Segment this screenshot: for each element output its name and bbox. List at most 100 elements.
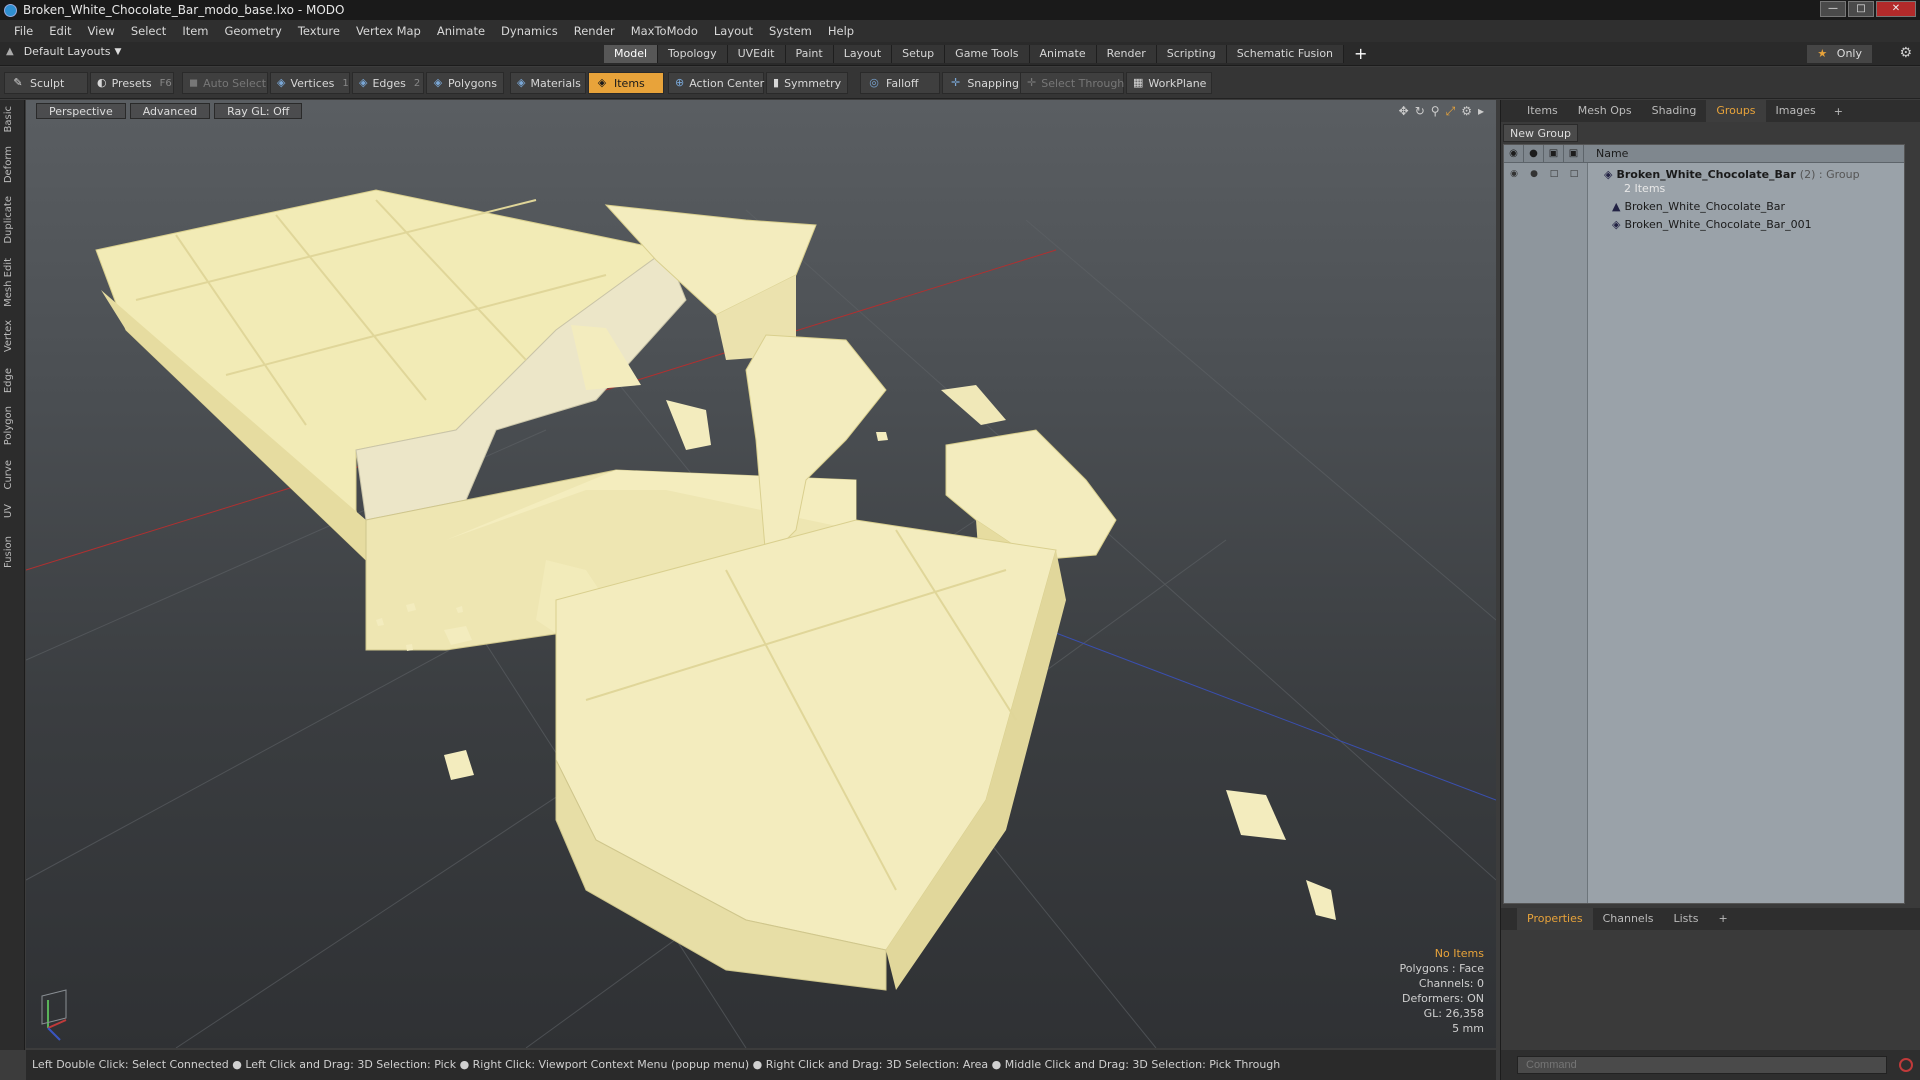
tab-vertex[interactable]: Vertex bbox=[3, 320, 21, 352]
menu-dynamics[interactable]: Dynamics bbox=[493, 20, 566, 42]
tab-groups[interactable]: Groups bbox=[1706, 100, 1766, 122]
tab-duplicate[interactable]: Duplicate bbox=[3, 196, 21, 244]
select-col-icon[interactable]: ▣ bbox=[1564, 144, 1584, 163]
raygl-button[interactable]: Ray GL: Off bbox=[214, 103, 303, 119]
presets-button[interactable]: ◐ Presets F6 bbox=[90, 72, 174, 94]
maximize-view-icon[interactable]: ⤢ bbox=[1446, 104, 1456, 119]
info-deformers: Deformers: ON bbox=[1402, 992, 1484, 1005]
default-layouts-dropdown[interactable]: ▲ Default Layouts ▼ bbox=[6, 45, 121, 58]
menu-item[interactable]: Item bbox=[174, 20, 216, 42]
tab-edge[interactable]: Edge bbox=[3, 368, 21, 393]
auto-select-button[interactable]: ◼ Auto Select bbox=[182, 72, 268, 94]
workplane-button[interactable]: ▦ WorkPlane bbox=[1126, 72, 1212, 94]
tab-model[interactable]: Model bbox=[604, 45, 659, 63]
select-icon[interactable]: □ bbox=[1564, 169, 1584, 179]
sculpt-button[interactable]: ✎ Sculpt bbox=[4, 72, 88, 94]
list-item[interactable]: ▲ Broken_White_Chocolate_Bar bbox=[1504, 197, 1904, 215]
only-toggle[interactable]: ★ Only bbox=[1807, 45, 1872, 63]
tab-mesh-ops[interactable]: Mesh Ops bbox=[1568, 100, 1642, 122]
close-button[interactable]: ✕ bbox=[1876, 1, 1916, 17]
render-icon[interactable]: ● bbox=[1524, 169, 1544, 179]
maximize-button[interactable]: □ bbox=[1848, 1, 1874, 17]
tab-scripting[interactable]: Scripting bbox=[1156, 45, 1227, 63]
minimize-button[interactable]: — bbox=[1820, 1, 1846, 17]
tab-paint[interactable]: Paint bbox=[785, 45, 834, 63]
tab-polygon[interactable]: Polygon bbox=[3, 406, 21, 445]
tab-channels[interactable]: Channels bbox=[1593, 908, 1664, 930]
menu-texture[interactable]: Texture bbox=[290, 20, 348, 42]
menu-help[interactable]: Help bbox=[820, 20, 862, 42]
tab-lists[interactable]: Lists bbox=[1664, 908, 1709, 930]
edges-button[interactable]: ◈ Edges 2 bbox=[352, 72, 424, 94]
tab-items[interactable]: Items bbox=[1517, 100, 1568, 122]
menu-animate[interactable]: Animate bbox=[429, 20, 493, 42]
move-view-icon[interactable]: ✥ bbox=[1399, 104, 1409, 119]
viewport-arrow-icon[interactable]: ▸ bbox=[1478, 104, 1484, 119]
materials-button[interactable]: ◈ Materials bbox=[510, 72, 586, 94]
tab-deform[interactable]: Deform bbox=[3, 146, 21, 183]
tab-properties[interactable]: Properties bbox=[1517, 908, 1593, 930]
polygon-icon: ◈ bbox=[433, 76, 443, 89]
tab-basic[interactable]: Basic bbox=[3, 106, 21, 132]
groups-header: ◉ ● ▣ ▣ Name bbox=[1504, 144, 1904, 163]
vertices-button[interactable]: ◈ Vertices 1 bbox=[270, 72, 350, 94]
tab-render[interactable]: Render bbox=[1096, 45, 1157, 63]
add-panel-tab-icon[interactable]: + bbox=[1826, 105, 1851, 118]
falloff-button[interactable]: ◎ Falloff bbox=[860, 72, 940, 94]
menu-select[interactable]: Select bbox=[123, 20, 174, 42]
select-through-button[interactable]: ✛ Select Through bbox=[1020, 72, 1124, 94]
tab-topology[interactable]: Topology bbox=[658, 45, 728, 63]
group-subtitle-row: 2 Items bbox=[1504, 179, 1904, 197]
tab-images[interactable]: Images bbox=[1766, 100, 1826, 122]
menu-layout[interactable]: Layout bbox=[706, 20, 761, 42]
rotate-view-icon[interactable]: ↻ bbox=[1415, 104, 1425, 119]
render-col-icon[interactable]: ● bbox=[1524, 144, 1544, 163]
advanced-button[interactable]: Advanced bbox=[129, 103, 211, 119]
viewport-header: Perspective Advanced Ray GL: Off bbox=[26, 100, 1496, 122]
tab-schematic-fusion[interactable]: Schematic Fusion bbox=[1226, 45, 1345, 63]
tab-uvedit[interactable]: UVEdit bbox=[727, 45, 786, 63]
lock-col-icon[interactable]: ▣ bbox=[1544, 144, 1564, 163]
perspective-button[interactable]: Perspective bbox=[36, 103, 126, 119]
tab-fusion[interactable]: Fusion bbox=[3, 536, 21, 568]
menu-view[interactable]: View bbox=[80, 20, 123, 42]
menu-geometry[interactable]: Geometry bbox=[217, 20, 290, 42]
viewport-info: No Items Polygons : Face Channels: 0 Def… bbox=[1399, 946, 1484, 1036]
add-properties-tab-icon[interactable]: + bbox=[1708, 908, 1737, 930]
polygons-button[interactable]: ◈ Polygons bbox=[426, 72, 504, 94]
right-panel-tabs: Items Mesh Ops Shading Groups Images + bbox=[1501, 100, 1920, 122]
tab-shading[interactable]: Shading bbox=[1642, 100, 1707, 122]
zoom-view-icon[interactable]: ⚲ bbox=[1431, 104, 1440, 119]
symmetry-button[interactable]: ▮ Symmetry bbox=[766, 72, 848, 94]
new-group-button[interactable]: New Group bbox=[1503, 124, 1578, 142]
menu-edit[interactable]: Edit bbox=[41, 20, 79, 42]
menu-system[interactable]: System bbox=[761, 20, 820, 42]
tab-uv[interactable]: UV bbox=[3, 504, 21, 518]
tab-game-tools[interactable]: Game Tools bbox=[945, 45, 1030, 63]
list-item[interactable]: ◈ Broken_White_Chocolate_Bar_001 bbox=[1504, 215, 1904, 233]
tab-layout[interactable]: Layout bbox=[833, 45, 893, 63]
menu-maxtomodo[interactable]: MaxToModo bbox=[623, 20, 706, 42]
3d-viewport[interactable]: Perspective Advanced Ray GL: Off ✥ ↻ ⚲ ⤢… bbox=[26, 100, 1496, 1048]
visibility-col-icon[interactable]: ◉ bbox=[1504, 144, 1524, 163]
tab-curve[interactable]: Curve bbox=[3, 460, 21, 490]
items-button[interactable]: ◈ Items bbox=[588, 72, 664, 94]
menu-file[interactable]: File bbox=[6, 20, 41, 42]
snapping-button[interactable]: ✛ Snapping bbox=[942, 72, 1026, 94]
select-through-icon: ✛ bbox=[1027, 76, 1037, 89]
gear-icon[interactable]: ⚙ bbox=[1899, 45, 1912, 61]
sculpt-label: Sculpt bbox=[30, 76, 65, 90]
eye-icon[interactable]: ◉ bbox=[1504, 169, 1524, 179]
tab-setup[interactable]: Setup bbox=[892, 45, 946, 63]
viewport-gear-icon[interactable]: ⚙ bbox=[1461, 104, 1472, 119]
record-icon[interactable] bbox=[1899, 1058, 1913, 1072]
lock-icon[interactable]: □ bbox=[1544, 169, 1564, 179]
action-center-button[interactable]: ⊕ Action Center bbox=[668, 72, 764, 94]
add-tab-icon[interactable]: + bbox=[1344, 45, 1377, 63]
tab-mesh-edit[interactable]: Mesh Edit bbox=[3, 258, 21, 307]
menu-render[interactable]: Render bbox=[566, 20, 623, 42]
main-toolbar: ✎ Sculpt ◐ Presets F6 ◼ Auto Select ◈ Vertice… bbox=[0, 67, 1920, 99]
tab-animate[interactable]: Animate bbox=[1029, 45, 1097, 63]
menu-vertex-map[interactable]: Vertex Map bbox=[348, 20, 429, 42]
command-input[interactable] bbox=[1517, 1056, 1887, 1074]
